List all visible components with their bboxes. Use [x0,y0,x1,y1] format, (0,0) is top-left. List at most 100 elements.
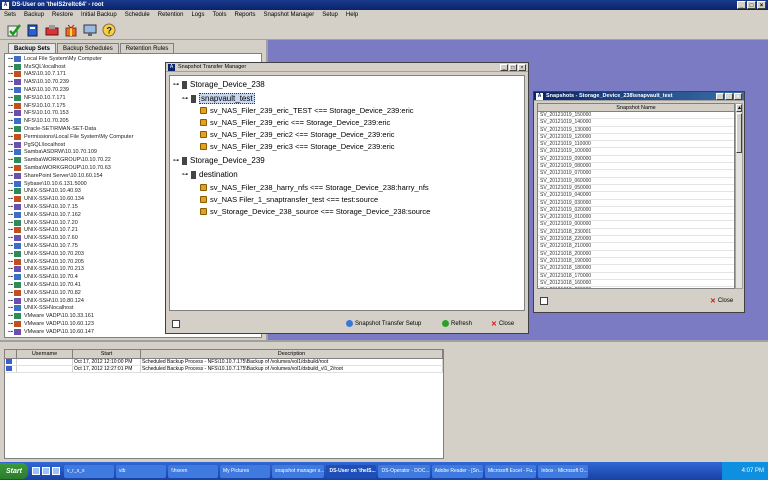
snapshots-minimize-button[interactable]: _ [716,93,724,100]
snapshots-maximize-button[interactable]: □ [725,93,733,100]
col-header-description[interactable]: Description [141,350,443,359]
expand-icon[interactable]: ⊶ [173,157,179,164]
show-desktop-icon[interactable] [32,467,40,475]
list-item[interactable]: SV_20121018_170000 [538,273,734,280]
list-item[interactable]: SV_20121018_090000 [538,287,734,288]
list-item[interactable]: SV_20121019_110000 [538,141,734,149]
list-item[interactable]: SV_20121018_230001 [538,229,734,237]
menu-initial-backup[interactable]: Initial Backup [81,12,117,18]
menu-logs[interactable]: Logs [191,12,204,18]
gift-icon[interactable] [63,22,78,37]
list-item[interactable]: SV_20121019_140000 [538,119,734,127]
outlook-icon[interactable] [52,467,60,475]
taskbar-button[interactable]: \\hxeen [168,464,218,478]
tree-node-relationship[interactable]: sv_NAS_Filer_238_harry_nfs <== Storage_D… [200,183,429,192]
refresh-button[interactable]: Refresh [442,320,472,327]
taskbar-button[interactable]: DS-Operator - DOC... [378,464,430,478]
close-window-button[interactable]: ✕ Close [491,320,514,328]
list-item[interactable]: SV_20121018_190000 [538,258,734,266]
menu-setup[interactable]: Setup [322,12,338,18]
snapshots-close-button-bottom[interactable]: ✕ Close [710,297,733,305]
tab-backup-schedules[interactable]: Backup Schedules [57,43,119,53]
stm-close-button[interactable]: × [518,64,526,71]
list-item[interactable]: SV_20121019_060000 [538,178,734,185]
taskbar-button[interactable]: vib [116,464,166,478]
taskbar-button[interactable]: My Pictures [220,464,270,478]
menu-schedule[interactable]: Schedule [125,12,150,18]
list-item[interactable]: SV_20121019_120000 [538,134,734,142]
menu-snapshot-manager[interactable]: Snapshot Manager [264,12,315,18]
taskbar-button[interactable]: DS-User on 'thelS... [326,464,377,478]
stm-maximize-button[interactable]: □ [509,64,517,71]
col-header-username[interactable]: Username [17,350,73,359]
list-item[interactable]: SV_20121018_180000 [538,265,734,273]
blue-book-icon[interactable] [25,22,40,37]
browser-icon[interactable] [42,467,50,475]
maximize-button[interactable]: □ [747,1,756,9]
list-item[interactable]: SV_20121019_030000 [538,200,734,207]
menu-help[interactable]: Help [346,12,358,18]
snapshot-list-scrollbar[interactable]: ▲ [735,103,743,289]
clock[interactable]: 4:07 PM [742,468,764,474]
tree-node-snapvault-test[interactable]: ⊶ snapvault_test [182,93,255,104]
menu-retention[interactable]: Retention [158,12,184,18]
list-item[interactable]: SV_20121019_080000 [538,163,734,171]
tree-node-destination[interactable]: ⊶ destination [182,170,238,179]
tree-node-relationship[interactable]: sv_NAS_Filer_239_eric_TEST <== Storage_D… [200,106,414,115]
tree-node-relationship[interactable]: sv_NAS_Filer_239_eric3 <== Storage_Devic… [200,142,394,151]
menu-sets[interactable]: Sets [4,12,16,18]
scroll-up-arrow-icon[interactable]: ▲ [736,104,742,112]
snapshot-name-column-header[interactable]: Snapshot Name [538,104,734,112]
snapshot-transfer-setup-button[interactable]: Snapshot Transfer Setup [346,320,421,327]
scroll-thumb[interactable] [736,113,742,153]
list-item[interactable]: SV_20121019_000000 [538,221,734,229]
list-item[interactable]: SV_20121018_160000 [538,280,734,288]
stm-title-bar[interactable]: A Snapshot Transfer Manager _ □ × [166,63,528,72]
monitor-icon[interactable] [82,22,97,37]
list-item[interactable]: SV_20121019_090000 [538,156,734,164]
taskbar-button[interactable]: Microsoft Excel - Fu... [484,464,537,478]
help-icon[interactable]: ? [101,22,116,37]
list-item[interactable]: SV_20121019_050000 [538,185,734,193]
list-item[interactable]: SV_20121018_200000 [538,251,734,258]
menu-tools[interactable]: Tools [212,12,226,18]
tree-item-backup-set[interactable]: ⊶VMware VADP\10.10.60.180 [5,336,261,337]
tree-node-storage-device-239[interactable]: ⊶ Storage_Device_239 [173,156,265,165]
taskbar-button[interactable]: snapshot manager s... [272,464,325,478]
table-row[interactable]: Oct 17, 2012 12:10:00 PM Scheduled Backu… [5,359,443,366]
list-item[interactable]: SV_20121019_010000 [538,214,734,222]
taskbar-button[interactable]: Adobe Reader - [Sn... [431,464,483,478]
list-item[interactable]: SV_20121018_210000 [538,243,734,251]
tab-backup-sets[interactable]: Backup Sets [8,43,57,53]
minimize-button[interactable]: _ [737,1,746,9]
list-item[interactable]: SV_20121019_130000 [538,127,734,134]
start-button[interactable]: Start [0,463,28,479]
table-row[interactable]: Oct 17, 2012 12:27:01 PM Scheduled Backu… [5,366,443,373]
snapshots-close-button[interactable]: × [734,93,742,100]
tree-node-storage-device-238[interactable]: ⊶ Storage_Device_238 [173,80,265,89]
taskbar-button[interactable]: v_r_s_s [64,464,114,478]
tree-node-relationship[interactable]: sv_NAS Filer_1_snaptransfer_test <== tes… [200,195,378,204]
list-item[interactable]: SV_20121019_020000 [538,207,734,215]
tab-retention-rules[interactable]: Retention Rules [119,43,175,53]
list-item[interactable]: SV_20121019_040000 [538,192,734,200]
taskbar-button[interactable]: Inbox - Microsoft O... [538,464,589,478]
list-item[interactable]: SV_20121019_070000 [538,170,734,178]
menu-restore[interactable]: Restore [52,12,73,18]
red-tools-icon[interactable] [44,22,59,37]
stm-checkbox[interactable] [172,320,180,328]
tree-node-relationship[interactable]: sv_NAS_Filer_239_eric2 <== Storage_Devic… [200,130,394,139]
snapshots-title-bar[interactable]: A Snapshots - Storage_Device_238\snapvau… [534,92,744,101]
menu-reports[interactable]: Reports [234,12,255,18]
expand-icon[interactable]: ⊶ [182,171,188,178]
tree-node-relationship[interactable]: sv_Storage_Device_238_source <== Storage… [200,207,430,216]
close-button[interactable]: × [757,1,766,9]
stm-minimize-button[interactable]: _ [500,64,508,71]
menu-backup[interactable]: Backup [24,12,44,18]
list-item[interactable]: SV_20121019_100000 [538,148,734,156]
list-item[interactable]: SV_20121018_220000 [538,236,734,244]
expand-icon[interactable]: ⊶ [173,81,179,88]
expand-icon[interactable]: ⊶ [182,95,188,102]
tree-node-relationship[interactable]: sv_NAS_Filer_239_eric <== Storage_Device… [200,118,390,127]
col-header-start[interactable]: Start [73,350,141,359]
